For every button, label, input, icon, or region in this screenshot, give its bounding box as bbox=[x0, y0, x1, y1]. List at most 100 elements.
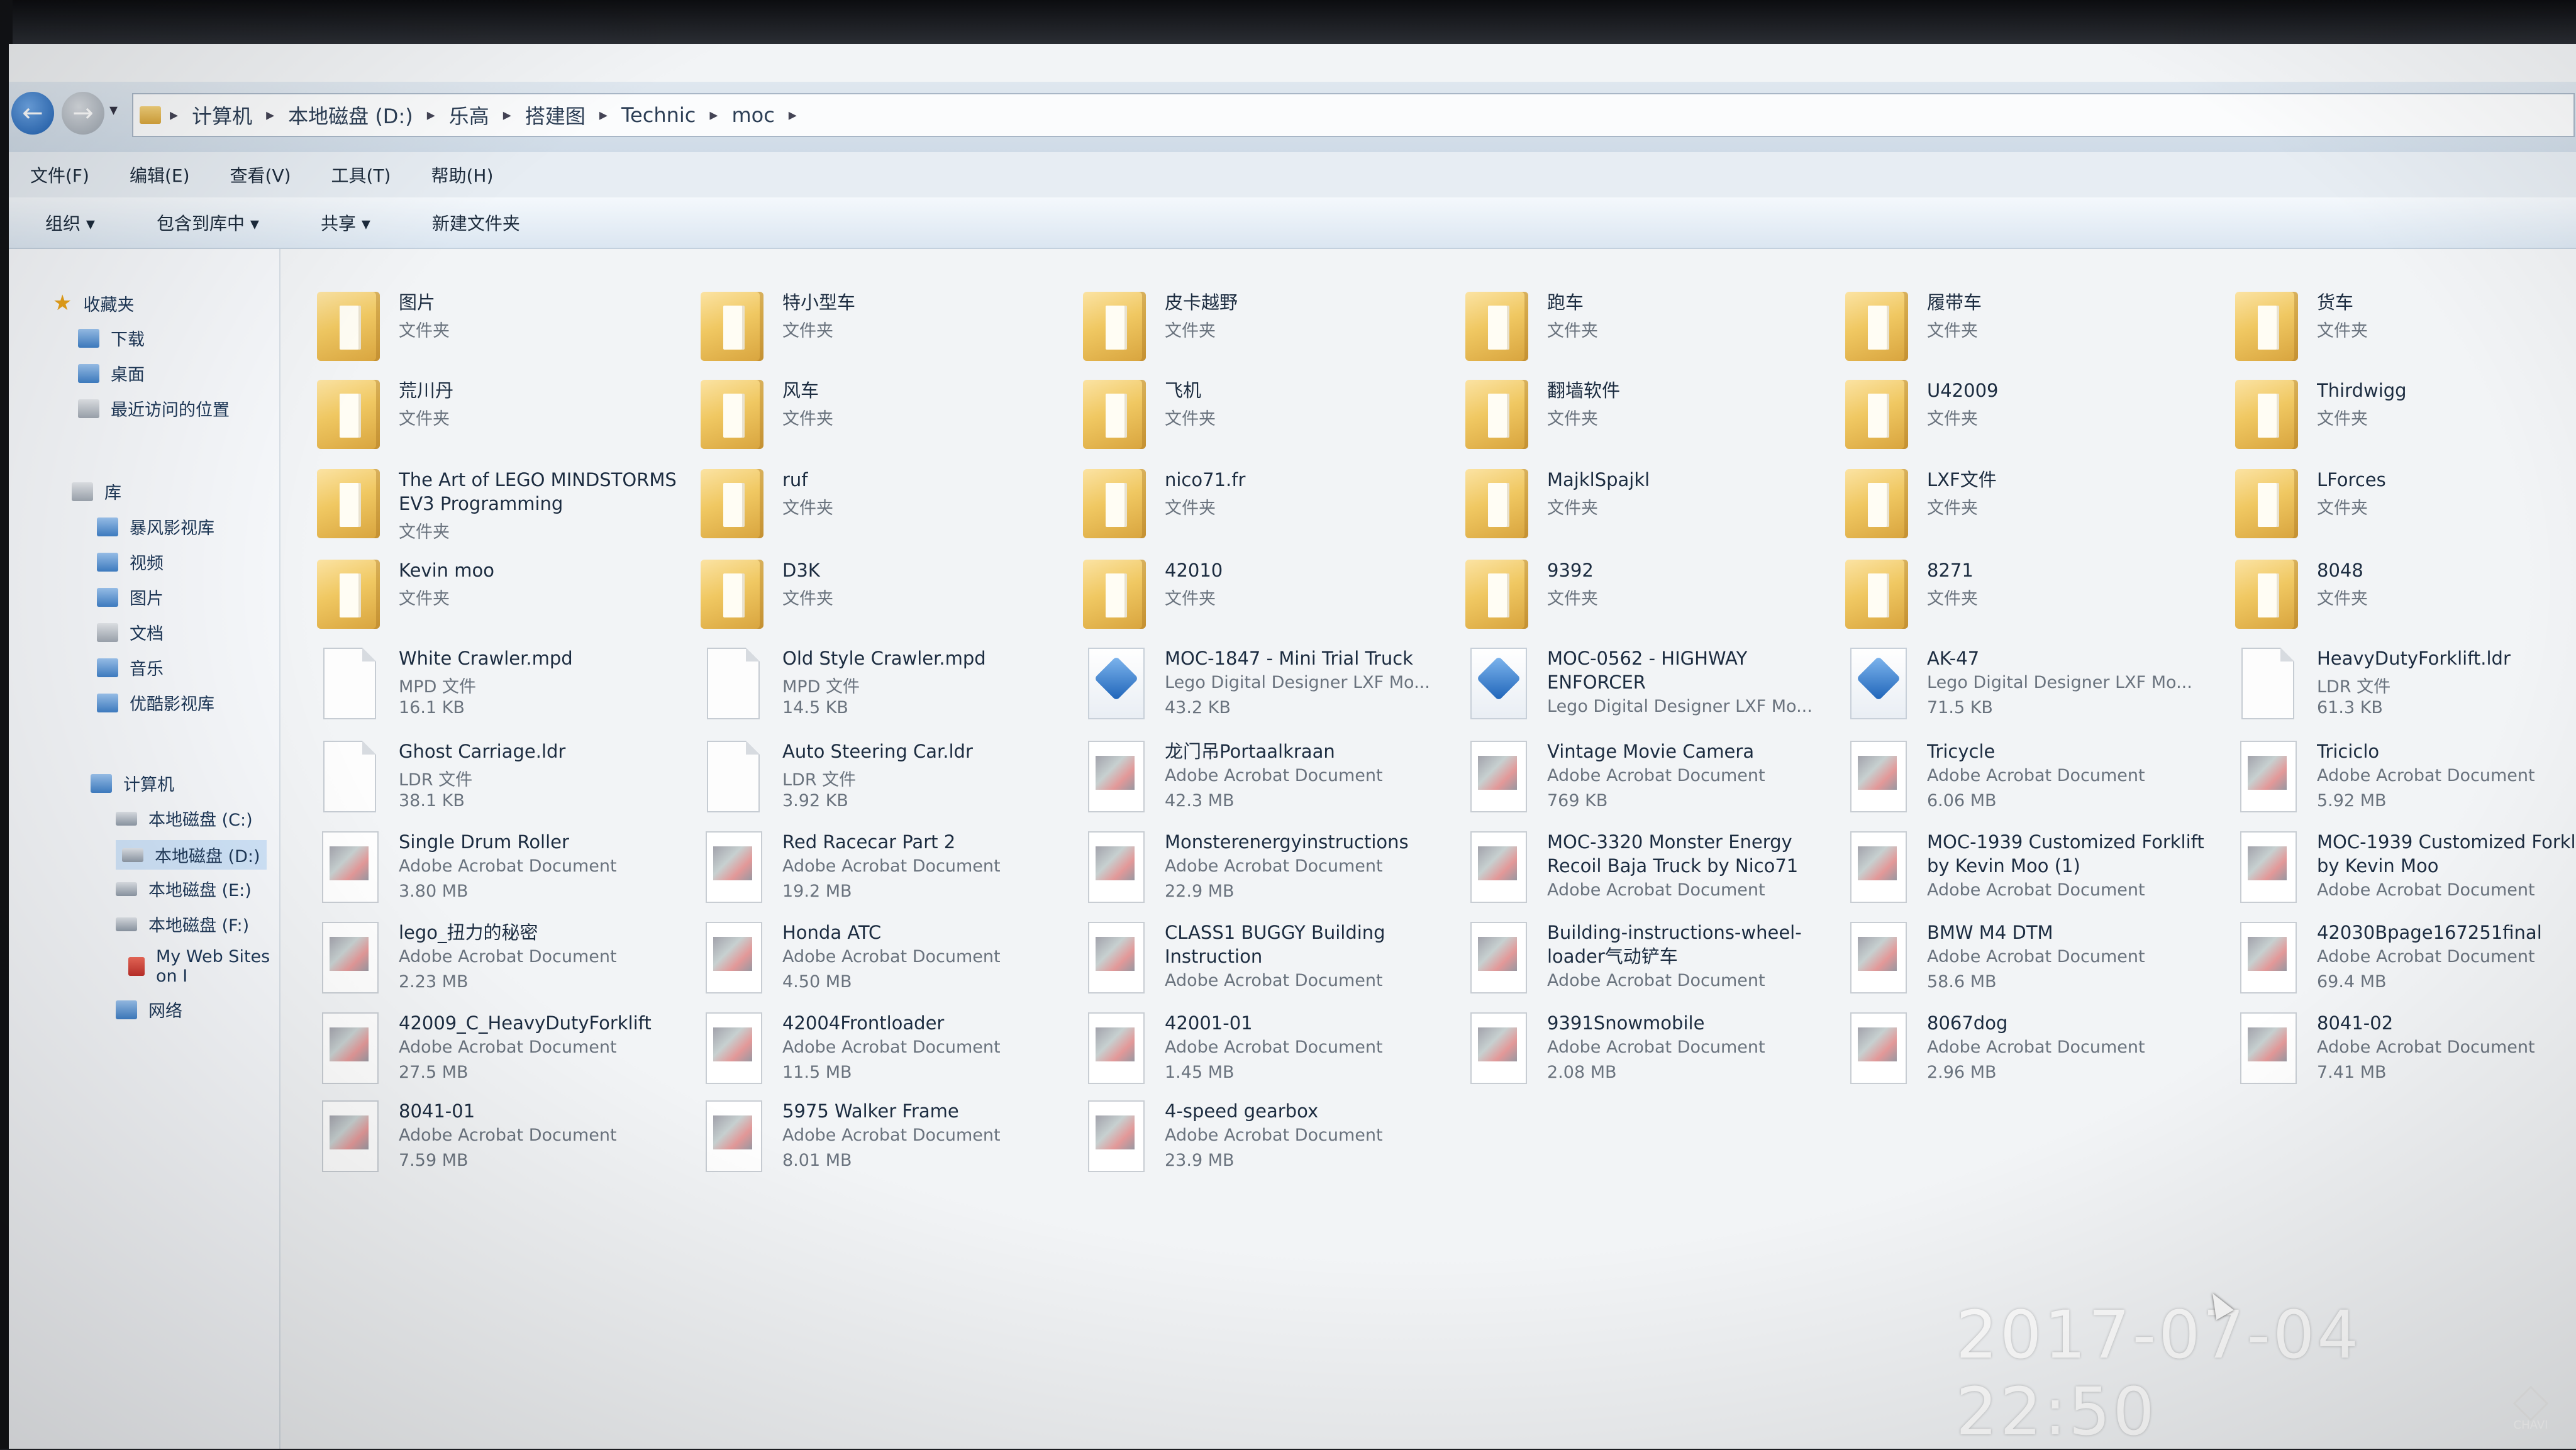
file-item[interactable]: 翻墙软件 文件夹 bbox=[1465, 375, 1843, 464]
file-item[interactable]: 履带车 文件夹 bbox=[1845, 287, 2223, 376]
forward-button[interactable]: → bbox=[62, 92, 104, 135]
file-item[interactable]: 9392 文件夹 bbox=[1465, 555, 1843, 644]
file-item[interactable]: MOC-1939 Customized Forklift by Kevin Mo… bbox=[2235, 826, 2576, 916]
file-item[interactable]: 8067dog Adobe Acrobat Document 2.96 MB bbox=[1845, 1007, 2223, 1097]
file-item[interactable]: Old Style Crawler.mpd MPD 文件 14.5 KB bbox=[701, 643, 1078, 732]
include-in-library-button[interactable]: 包含到库中 ▾ bbox=[157, 210, 259, 235]
menu-edit[interactable]: 编辑(E) bbox=[130, 162, 190, 187]
file-item[interactable]: Building-instructions-wheel-loader气动铲车 Ad… bbox=[1465, 917, 1843, 1006]
file-item[interactable]: D3K 文件夹 bbox=[701, 555, 1078, 644]
file-item[interactable]: Red Racecar Part 2 Adobe Acrobat Document… bbox=[701, 826, 1078, 916]
file-item[interactable]: nico71.fr 文件夹 bbox=[1083, 464, 1460, 553]
file-item[interactable]: U42009 文件夹 bbox=[1845, 375, 2223, 464]
sidebar-item-recent[interactable]: 最近访问的位置 bbox=[78, 396, 230, 421]
file-item[interactable]: CLASS1 BUGGY Building Instruction Adobe A… bbox=[1083, 917, 1460, 1006]
menu-tools[interactable]: 工具(T) bbox=[331, 162, 391, 187]
back-button[interactable]: ← bbox=[11, 92, 54, 135]
chevron-right-icon[interactable]: ▸ bbox=[170, 106, 178, 125]
file-item[interactable]: 8041-02 Adobe Acrobat Document 7.41 MB bbox=[2235, 1007, 2576, 1097]
file-item[interactable]: 8041-01 Adobe Acrobat Document 7.59 MB bbox=[317, 1095, 694, 1185]
file-item[interactable]: 飞机 文件夹 bbox=[1083, 375, 1460, 464]
file-item[interactable]: MOC-1939 Customized Forklift by Kevin Mo… bbox=[1845, 826, 2223, 916]
file-item[interactable]: 皮卡越野 文件夹 bbox=[1083, 287, 1460, 376]
file-item[interactable]: 9391Snowmobile Adobe Acrobat Document 2.08… bbox=[1465, 1007, 1843, 1097]
file-item[interactable]: Thirdwigg 文件夹 bbox=[2235, 375, 2576, 464]
sidebar-favorites[interactable]: ★ 收藏夹 bbox=[53, 291, 134, 316]
sidebar-libraries[interactable]: 库 bbox=[72, 479, 121, 504]
file-item[interactable]: White Crawler.mpd MPD 文件 16.1 KB bbox=[317, 643, 694, 732]
new-folder-button[interactable]: 新建文件夹 bbox=[432, 210, 520, 235]
file-item[interactable]: Ghost Carriage.ldr LDR 文件 38.1 KB bbox=[317, 736, 694, 825]
sidebar-network[interactable]: 网络 bbox=[116, 997, 182, 1022]
file-item[interactable]: lego_扭力的秘密 Adobe Acrobat Document 2.23 MB bbox=[317, 917, 694, 1006]
chevron-right-icon[interactable]: ▸ bbox=[503, 106, 511, 125]
file-item[interactable]: 42009_C_HeavyDutyForklift Adobe Acrobat D… bbox=[317, 1007, 694, 1097]
menu-view[interactable]: 查看(V) bbox=[230, 162, 291, 187]
sidebar-item-drive-e[interactable]: 本地磁盘 (E:) bbox=[116, 877, 252, 901]
breadcrumb-item[interactable]: 本地磁盘 (D:) bbox=[288, 101, 413, 130]
file-item[interactable]: MOC-1847 - Mini Trial Truck Lego Digital … bbox=[1083, 643, 1460, 732]
file-item[interactable]: 风车 文件夹 bbox=[701, 375, 1078, 464]
file-item[interactable]: 8271 文件夹 bbox=[1845, 555, 2223, 644]
chevron-right-icon[interactable]: ▸ bbox=[266, 106, 274, 125]
file-item[interactable]: The Art of LEGO MINDSTORMS EV3 Programmi… bbox=[317, 464, 694, 553]
file-item[interactable]: 特小型车 文件夹 bbox=[701, 287, 1078, 376]
organize-button[interactable]: 组织 ▾ bbox=[45, 210, 95, 235]
file-item[interactable]: Auto Steering Car.ldr LDR 文件 3.92 KB bbox=[701, 736, 1078, 825]
sidebar-item-drive-d[interactable]: 本地磁盘 (D:) bbox=[116, 840, 267, 870]
file-item[interactable]: Triciclo Adobe Acrobat Document 5.92 MB bbox=[2235, 736, 2576, 825]
file-item[interactable]: Kevin moo 文件夹 bbox=[317, 555, 694, 644]
file-item[interactable]: Vintage Movie Camera Adobe Acrobat Docume… bbox=[1465, 736, 1843, 825]
share-button[interactable]: 共享 ▾ bbox=[321, 210, 370, 235]
file-item[interactable]: 8048 文件夹 bbox=[2235, 555, 2576, 644]
sidebar-item-videos[interactable]: 视频 bbox=[97, 550, 164, 574]
file-item[interactable]: 42001-01 Adobe Acrobat Document 1.45 MB bbox=[1083, 1007, 1460, 1097]
breadcrumb-item[interactable]: 搭建图 bbox=[525, 101, 586, 130]
chevron-right-icon[interactable]: ▸ bbox=[599, 106, 608, 125]
file-item[interactable]: LForces 文件夹 bbox=[2235, 464, 2576, 553]
chevron-right-icon[interactable]: ▸ bbox=[427, 106, 435, 125]
address-bar[interactable]: ▸ 计算机 ▸ 本地磁盘 (D:) ▸ 乐高 ▸ 搭建图 ▸ Technic ▸… bbox=[132, 93, 2575, 137]
sidebar-item-drive-c[interactable]: 本地磁盘 (C:) bbox=[116, 806, 253, 831]
file-item[interactable]: 图片 文件夹 bbox=[317, 287, 694, 376]
file-item[interactable]: ruf 文件夹 bbox=[701, 464, 1078, 553]
breadcrumb-item[interactable]: moc bbox=[731, 103, 774, 127]
file-item[interactable]: 42010 文件夹 bbox=[1083, 555, 1460, 644]
file-item[interactable]: MOC-3320 Monster Energy Recoil Baja Truc… bbox=[1465, 826, 1843, 916]
sidebar-item-pictures[interactable]: 图片 bbox=[97, 585, 164, 609]
file-item[interactable]: 4-speed gearbox Adobe Acrobat Document 23.… bbox=[1083, 1095, 1460, 1185]
file-item[interactable]: 荒川丹 文件夹 bbox=[317, 375, 694, 464]
file-item[interactable]: 42004Frontloader Adobe Acrobat Document 11… bbox=[701, 1007, 1078, 1097]
sidebar-item-music[interactable]: 音乐 bbox=[97, 655, 164, 680]
menu-help[interactable]: 帮助(H) bbox=[431, 162, 493, 187]
history-dropdown-icon[interactable]: ▾ bbox=[109, 101, 118, 119]
file-item[interactable]: BMW M4 DTM Adobe Acrobat Document 58.6 MB bbox=[1845, 917, 2223, 1006]
file-item[interactable]: Single Drum Roller Adobe Acrobat Document… bbox=[317, 826, 694, 916]
file-item[interactable]: 42030Bpage167251final Adobe Acrobat Docum… bbox=[2235, 917, 2576, 1006]
breadcrumb-item[interactable]: Technic bbox=[621, 103, 696, 127]
sidebar-computer[interactable]: 计算机 bbox=[91, 771, 174, 795]
file-item[interactable]: 龙门吊Portaalkraan Adobe Acrobat Document 42.… bbox=[1083, 736, 1460, 825]
file-item[interactable]: Honda ATC Adobe Acrobat Document 4.50 MB bbox=[701, 917, 1078, 1006]
file-item[interactable]: Tricycle Adobe Acrobat Document 6.06 MB bbox=[1845, 736, 2223, 825]
sidebar-item-desktop[interactable]: 桌面 bbox=[78, 361, 145, 385]
file-item[interactable]: 5975 Walker Frame Adobe Acrobat Document 8… bbox=[701, 1095, 1078, 1185]
breadcrumb-item[interactable]: 计算机 bbox=[192, 101, 252, 130]
file-item[interactable]: MOC-0562 - HIGHWAY ENFORCER Lego Digital … bbox=[1465, 643, 1843, 732]
file-item[interactable]: 跑车 文件夹 bbox=[1465, 287, 1843, 376]
file-item[interactable]: 货车 文件夹 bbox=[2235, 287, 2576, 376]
sidebar-item-downloads[interactable]: 下载 bbox=[78, 326, 145, 350]
sidebar-item-drive-f[interactable]: 本地磁盘 (F:) bbox=[116, 912, 249, 936]
chevron-right-icon[interactable]: ▸ bbox=[789, 106, 797, 125]
sidebar-item-documents[interactable]: 文档 bbox=[97, 620, 164, 645]
file-item[interactable]: AK-47 Lego Digital Designer LXF Mo... 71.5… bbox=[1845, 643, 2223, 732]
chevron-right-icon[interactable]: ▸ bbox=[709, 106, 718, 125]
menu-file[interactable]: 文件(F) bbox=[30, 162, 89, 187]
file-item[interactable]: HeavyDutyForklift.ldr LDR 文件 61.3 KB bbox=[2235, 643, 2576, 732]
sidebar-item-library[interactable]: 暴风影视库 bbox=[97, 514, 214, 539]
sidebar-item-library[interactable]: 优酷影视库 bbox=[97, 690, 214, 715]
sidebar-item-web-sites[interactable]: My Web Sites on I bbox=[128, 947, 279, 986]
breadcrumb-item[interactable]: 乐高 bbox=[449, 101, 489, 130]
file-item[interactable]: Monsterenergyinstructions Adobe Acrobat D… bbox=[1083, 826, 1460, 916]
file-item[interactable]: MajklSpajkl 文件夹 bbox=[1465, 464, 1843, 553]
